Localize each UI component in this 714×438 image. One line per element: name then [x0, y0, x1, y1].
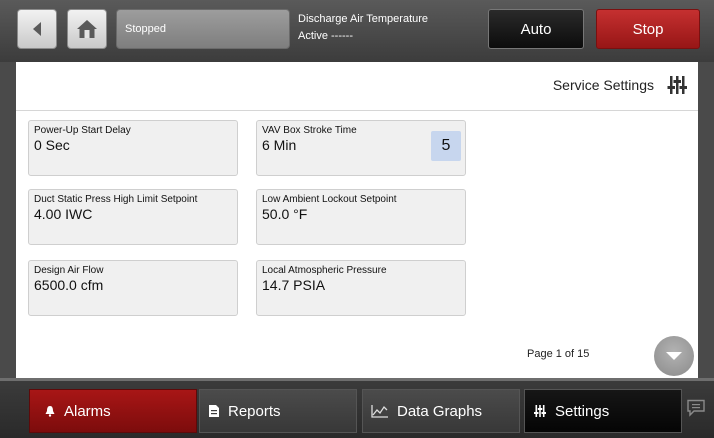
point-state: Active ------ [298, 30, 353, 42]
setting-card-power-up-start-delay[interactable]: Power-Up Start Delay 0 Sec [28, 120, 238, 176]
back-icon [33, 22, 41, 36]
home-icon [77, 20, 97, 38]
page-indicator: Page 1 of 15 [527, 348, 590, 360]
nav-reports[interactable]: Reports [199, 389, 357, 433]
service-settings-label: Service Settings [552, 77, 654, 93]
nav-settings-label: Settings [555, 402, 610, 420]
point-status: Discharge Air Temperature Active ------ [298, 11, 428, 45]
graph-icon [371, 404, 389, 418]
bottom-nav: Alarms Reports Data Graphs Settings [0, 378, 714, 438]
setting-value: 4.00 IWC [34, 206, 93, 222]
status-text: Stopped [125, 23, 166, 35]
nav-alarms[interactable]: Alarms [29, 389, 197, 433]
setting-value: 6500.0 cfm [34, 277, 104, 293]
stop-label: Stop [632, 20, 664, 38]
settings-panel: Service Settings Power-Up Start Delay 0 … [16, 62, 698, 378]
setting-label: Local Atmospheric Pressure [262, 265, 387, 276]
value-badge: 5 [431, 131, 461, 161]
nav-settings[interactable]: Settings [524, 389, 682, 433]
auto-button[interactable]: Auto [488, 9, 584, 49]
auto-label: Auto [520, 20, 552, 38]
bell-icon [44, 405, 56, 417]
home-button[interactable] [67, 9, 107, 49]
page-down-button[interactable] [654, 336, 694, 376]
back-button[interactable] [17, 9, 57, 49]
chevron-down-icon [666, 352, 682, 360]
setting-label: Design Air Flow [34, 265, 104, 276]
setting-label: Power-Up Start Delay [34, 125, 131, 136]
setting-value: 50.0 °F [262, 206, 308, 222]
setting-label: Duct Static Press High Limit Setpoint [34, 194, 198, 205]
nav-data-graphs[interactable]: Data Graphs [362, 389, 520, 433]
setting-card-design-air-flow[interactable]: Design Air Flow 6500.0 cfm [28, 260, 238, 316]
nav-data-graphs-label: Data Graphs [397, 402, 483, 420]
setting-value: 14.7 PSIA [262, 277, 326, 293]
service-settings-row[interactable]: Service Settings [16, 62, 698, 111]
service-settings-icon [667, 76, 687, 94]
settings-icon [533, 404, 547, 418]
document-icon [208, 404, 220, 418]
nav-reports-label: Reports [228, 402, 281, 420]
stop-button[interactable]: Stop [596, 9, 700, 49]
setting-card-duct-static-press-high-limit[interactable]: Duct Static Press High Limit Setpoint 4.… [28, 189, 238, 245]
setting-card-local-atmospheric-pressure[interactable]: Local Atmospheric Pressure 14.7 PSIA [256, 260, 466, 316]
nav-alarms-label: Alarms [64, 402, 111, 420]
setting-card-low-ambient-lockout[interactable]: Low Ambient Lockout Setpoint 50.0 °F [256, 189, 466, 245]
point-name: Discharge Air Temperature [298, 13, 429, 25]
setting-value: 0 Sec [34, 137, 70, 153]
setting-card-vav-box-stroke-time[interactable]: VAV Box Stroke Time 6 Min 5 [256, 120, 466, 176]
chat-icon[interactable] [686, 399, 706, 417]
setting-label: Low Ambient Lockout Setpoint [262, 194, 397, 205]
top-bar: Stopped Discharge Air Temperature Active… [0, 0, 714, 62]
status-display: Stopped [116, 9, 290, 49]
